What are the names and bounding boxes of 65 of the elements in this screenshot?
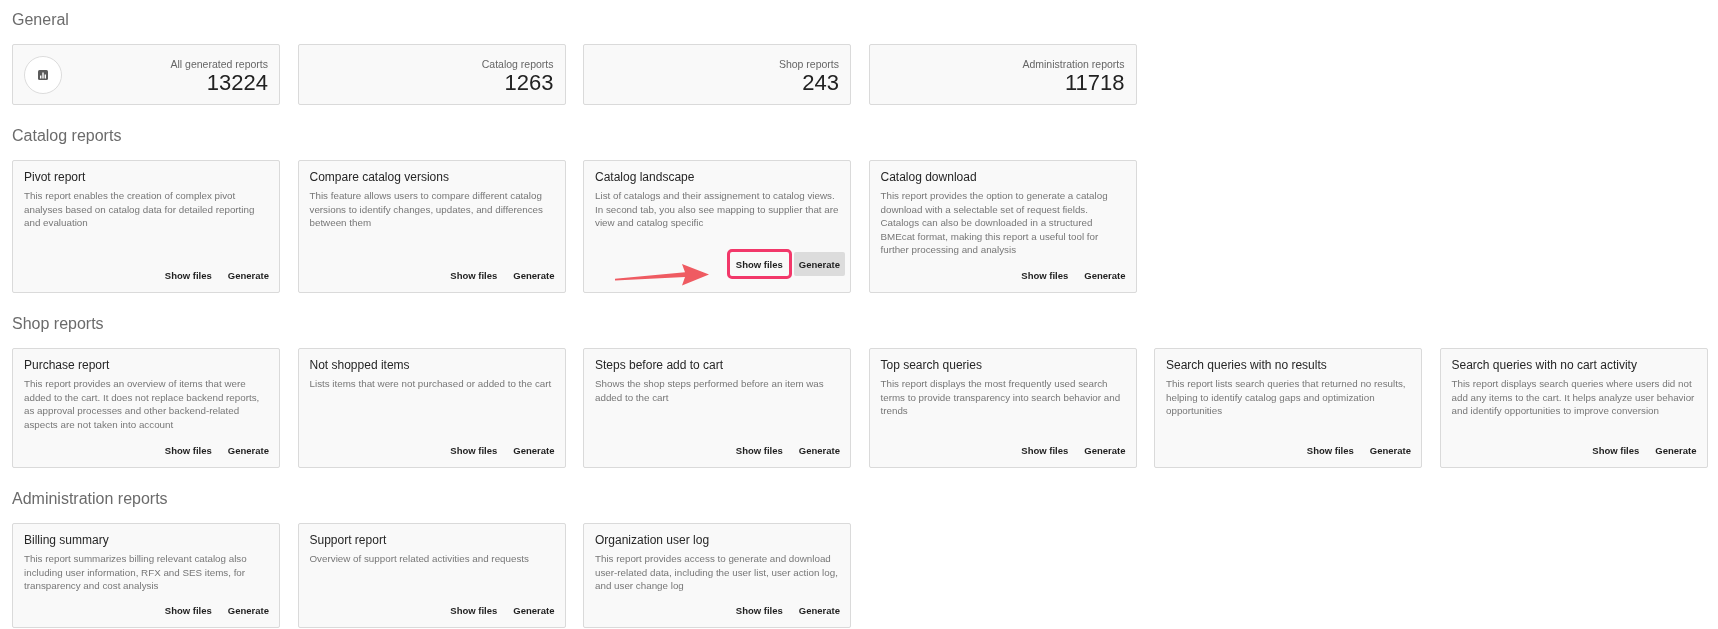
stat-value: 1263 bbox=[504, 70, 554, 95]
card-description: This report provides an overview of items that were added to the cart. It does not replace backend reports, as approval processes and other backend-related aspects are not taken into account bbox=[24, 377, 261, 432]
generate-button[interactable]: Generate bbox=[1650, 438, 1702, 462]
show-files-button[interactable]: Show files bbox=[730, 598, 788, 622]
stat-value: 11718 bbox=[1064, 70, 1125, 95]
card-description: Lists items that were not purchased or added to the cart bbox=[309, 377, 553, 391]
stat-value: 243 bbox=[802, 70, 839, 95]
show-files-button[interactable]: Show files bbox=[159, 263, 217, 287]
show-files-button[interactable]: Show files bbox=[1016, 263, 1074, 287]
section-heading: General bbox=[12, 10, 69, 30]
card-description: This feature allows users to compare different catalog versions to identify changes, updates, and differences between them bbox=[309, 189, 544, 230]
card-description: This report provides access to generate and download user-related data, including the user list, user action log, and user change log bbox=[595, 552, 839, 593]
show-files-button[interactable]: Show files bbox=[445, 263, 503, 287]
generate-button[interactable]: Generate bbox=[222, 598, 274, 622]
stat-label: All generated reports bbox=[170, 57, 268, 71]
card-title: Organization user log bbox=[595, 533, 710, 548]
card-description: Shows the shop steps performed before an item was added to the cart bbox=[595, 377, 825, 405]
show-files-button[interactable]: Show files bbox=[1301, 438, 1359, 462]
card-description: This report displays the most frequently used search terms to provide transparency into search behavior and trends bbox=[880, 377, 1122, 418]
stat-value: 13224 bbox=[206, 70, 268, 95]
show-files-button[interactable]: Show files bbox=[159, 438, 217, 462]
card-title: Catalog download bbox=[880, 170, 977, 185]
generate-button[interactable]: Generate bbox=[793, 252, 845, 276]
show-files-button[interactable]: Show files bbox=[1587, 438, 1645, 462]
card-title: Not shopped items bbox=[309, 358, 410, 373]
generate-button[interactable]: Generate bbox=[508, 263, 560, 287]
generate-button[interactable]: Generate bbox=[1079, 438, 1131, 462]
generate-button[interactable]: Generate bbox=[508, 598, 560, 622]
show-files-button[interactable]: Show files bbox=[726, 249, 792, 279]
card-description: Overview of support related activities and requests bbox=[309, 552, 530, 566]
show-files-button[interactable]: Show files bbox=[1016, 438, 1074, 462]
card-title: Billing summary bbox=[24, 533, 109, 548]
generate-button[interactable]: Generate bbox=[508, 438, 560, 462]
stat-label: Shop reports bbox=[778, 57, 839, 71]
card-title: Compare catalog versions bbox=[309, 170, 449, 185]
card-description: This report lists search queries that returned no results, helping to identify catalog gaps and optimization opportunities bbox=[1166, 377, 1407, 418]
section-heading: Administration reports bbox=[12, 489, 168, 509]
show-files-button[interactable]: Show files bbox=[730, 438, 788, 462]
stat-label: Catalog reports bbox=[481, 57, 554, 71]
card-title: Search queries with no cart activity bbox=[1451, 358, 1637, 373]
bar-chart-icon bbox=[24, 55, 62, 94]
card-title: Search queries with no results bbox=[1166, 358, 1327, 373]
show-files-button[interactable]: Show files bbox=[159, 598, 217, 622]
generate-button[interactable]: Generate bbox=[793, 598, 845, 622]
show-files-button[interactable]: Show files bbox=[445, 598, 503, 622]
section-heading: Catalog reports bbox=[12, 126, 122, 146]
generate-button[interactable]: Generate bbox=[222, 263, 274, 287]
card-description: This report summarizes billing relevant catalog also including user information, RFX and SES items, for transparency and cost analysis bbox=[24, 552, 248, 593]
card-description: List of catalogs and their assignement to catalog views. In second tab, you also see mapping to supplier that are view and catalog specific bbox=[595, 189, 840, 230]
generate-button[interactable]: Generate bbox=[222, 438, 274, 462]
stat-label: Administration reports bbox=[1022, 57, 1125, 71]
generate-button[interactable]: Generate bbox=[793, 438, 845, 462]
generate-button[interactable]: Generate bbox=[1079, 263, 1131, 287]
generate-button[interactable]: Generate bbox=[1364, 438, 1416, 462]
card-title: Purchase report bbox=[24, 358, 110, 373]
card-title: Pivot report bbox=[24, 170, 86, 185]
card-description: This report provides the option to generate a catalog download with a selectable set of request fields. Catalogs can also be downloaded in a structured BMEcat format, making this report a useful tool for further processing and analysis bbox=[880, 189, 1109, 257]
card-title: Top search queries bbox=[880, 358, 982, 373]
card-description: This report displays search queries where users did not add any items to the cart. It helps analyze user behavior and identify opportunities to improve conversion bbox=[1451, 377, 1696, 418]
card-title: Support report bbox=[309, 533, 387, 548]
section-heading: Shop reports bbox=[12, 314, 104, 334]
show-files-button[interactable]: Show files bbox=[445, 438, 503, 462]
card-title: Catalog landscape bbox=[595, 170, 695, 185]
card-title: Steps before add to cart bbox=[595, 358, 724, 373]
card-description: This report enables the creation of complex pivot analyses based on catalog data for detailed reporting and evaluation bbox=[24, 189, 256, 230]
